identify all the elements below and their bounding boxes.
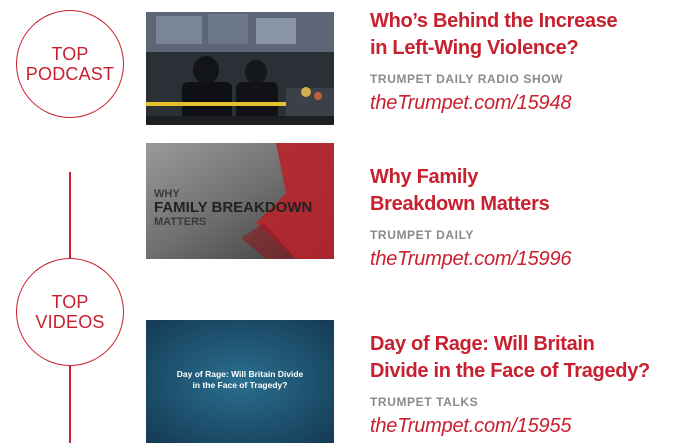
rage-video-entry: Day of Rage: Will Britain Divide in the … (370, 331, 695, 438)
family-video-title-line1: Why Family (370, 166, 479, 188)
podcast-title-line2: in Left-Wing Violence? (370, 37, 579, 59)
rage-video-title-line1: Day of Rage: Will Britain (370, 333, 595, 355)
videos-divider-line-bottom (69, 366, 71, 443)
top-videos-label-line1: TOP (51, 292, 89, 312)
podcast-entry: Who’s Behind the Increase in Left-Wing V… (370, 8, 695, 115)
top-podcast-badge: TOP PODCAST (16, 10, 124, 118)
top-podcast-label-line2: PODCAST (25, 64, 115, 84)
rage-thumb-text-1: Day of Rage: Will Britain Divide (177, 369, 304, 379)
podcast-title[interactable]: Who’s Behind the Increase in Left-Wing V… (370, 8, 695, 62)
family-thumb-text-3: MATTERS (154, 216, 206, 228)
rage-video-thumbnail[interactable]: Day of Rage: Will Britain Divide in the … (146, 320, 334, 443)
rage-video-title-line2: Divide in the Face of Tragedy? (370, 360, 650, 382)
podcast-thumbnail[interactable] (146, 12, 334, 125)
family-video-link[interactable]: theTrumpet.com/15996 (370, 247, 695, 271)
family-video-show-name: TRUMPET DAILY (370, 228, 475, 242)
family-video-thumbnail-image: WHY FAMILY BREAKDOWN MATTERS (146, 143, 334, 259)
podcast-show-name: TRUMPET DAILY RADIO SHOW (370, 72, 564, 86)
family-video-thumbnail[interactable]: WHY FAMILY BREAKDOWN MATTERS (146, 143, 334, 259)
podcast-title-line1: Who’s Behind the Increase (370, 10, 618, 32)
rage-thumb-text-2: in the Face of Tragedy? (193, 380, 288, 390)
top-videos-label-line2: VIDEOS (35, 312, 105, 332)
family-thumb-text-2: FAMILY BREAKDOWN (154, 199, 312, 216)
podcast-link[interactable]: theTrumpet.com/15948 (370, 91, 695, 115)
rage-video-thumbnail-image: Day of Rage: Will Britain Divide in the … (146, 320, 334, 443)
top-podcast-label-line1: TOP (51, 44, 89, 64)
family-video-entry: Why Family Breakdown Matters TRUMPET DAI… (370, 164, 695, 271)
family-video-title[interactable]: Why Family Breakdown Matters (370, 164, 695, 218)
rage-video-show-name: TRUMPET TALKS (370, 395, 479, 409)
podcast-thumbnail-image (146, 12, 334, 125)
videos-divider-line-top (69, 172, 71, 258)
family-video-title-line2: Breakdown Matters (370, 193, 550, 215)
top-videos-badge: TOP VIDEOS (16, 258, 124, 366)
rage-video-link[interactable]: theTrumpet.com/15955 (370, 414, 695, 438)
rage-video-title[interactable]: Day of Rage: Will Britain Divide in the … (370, 331, 695, 385)
